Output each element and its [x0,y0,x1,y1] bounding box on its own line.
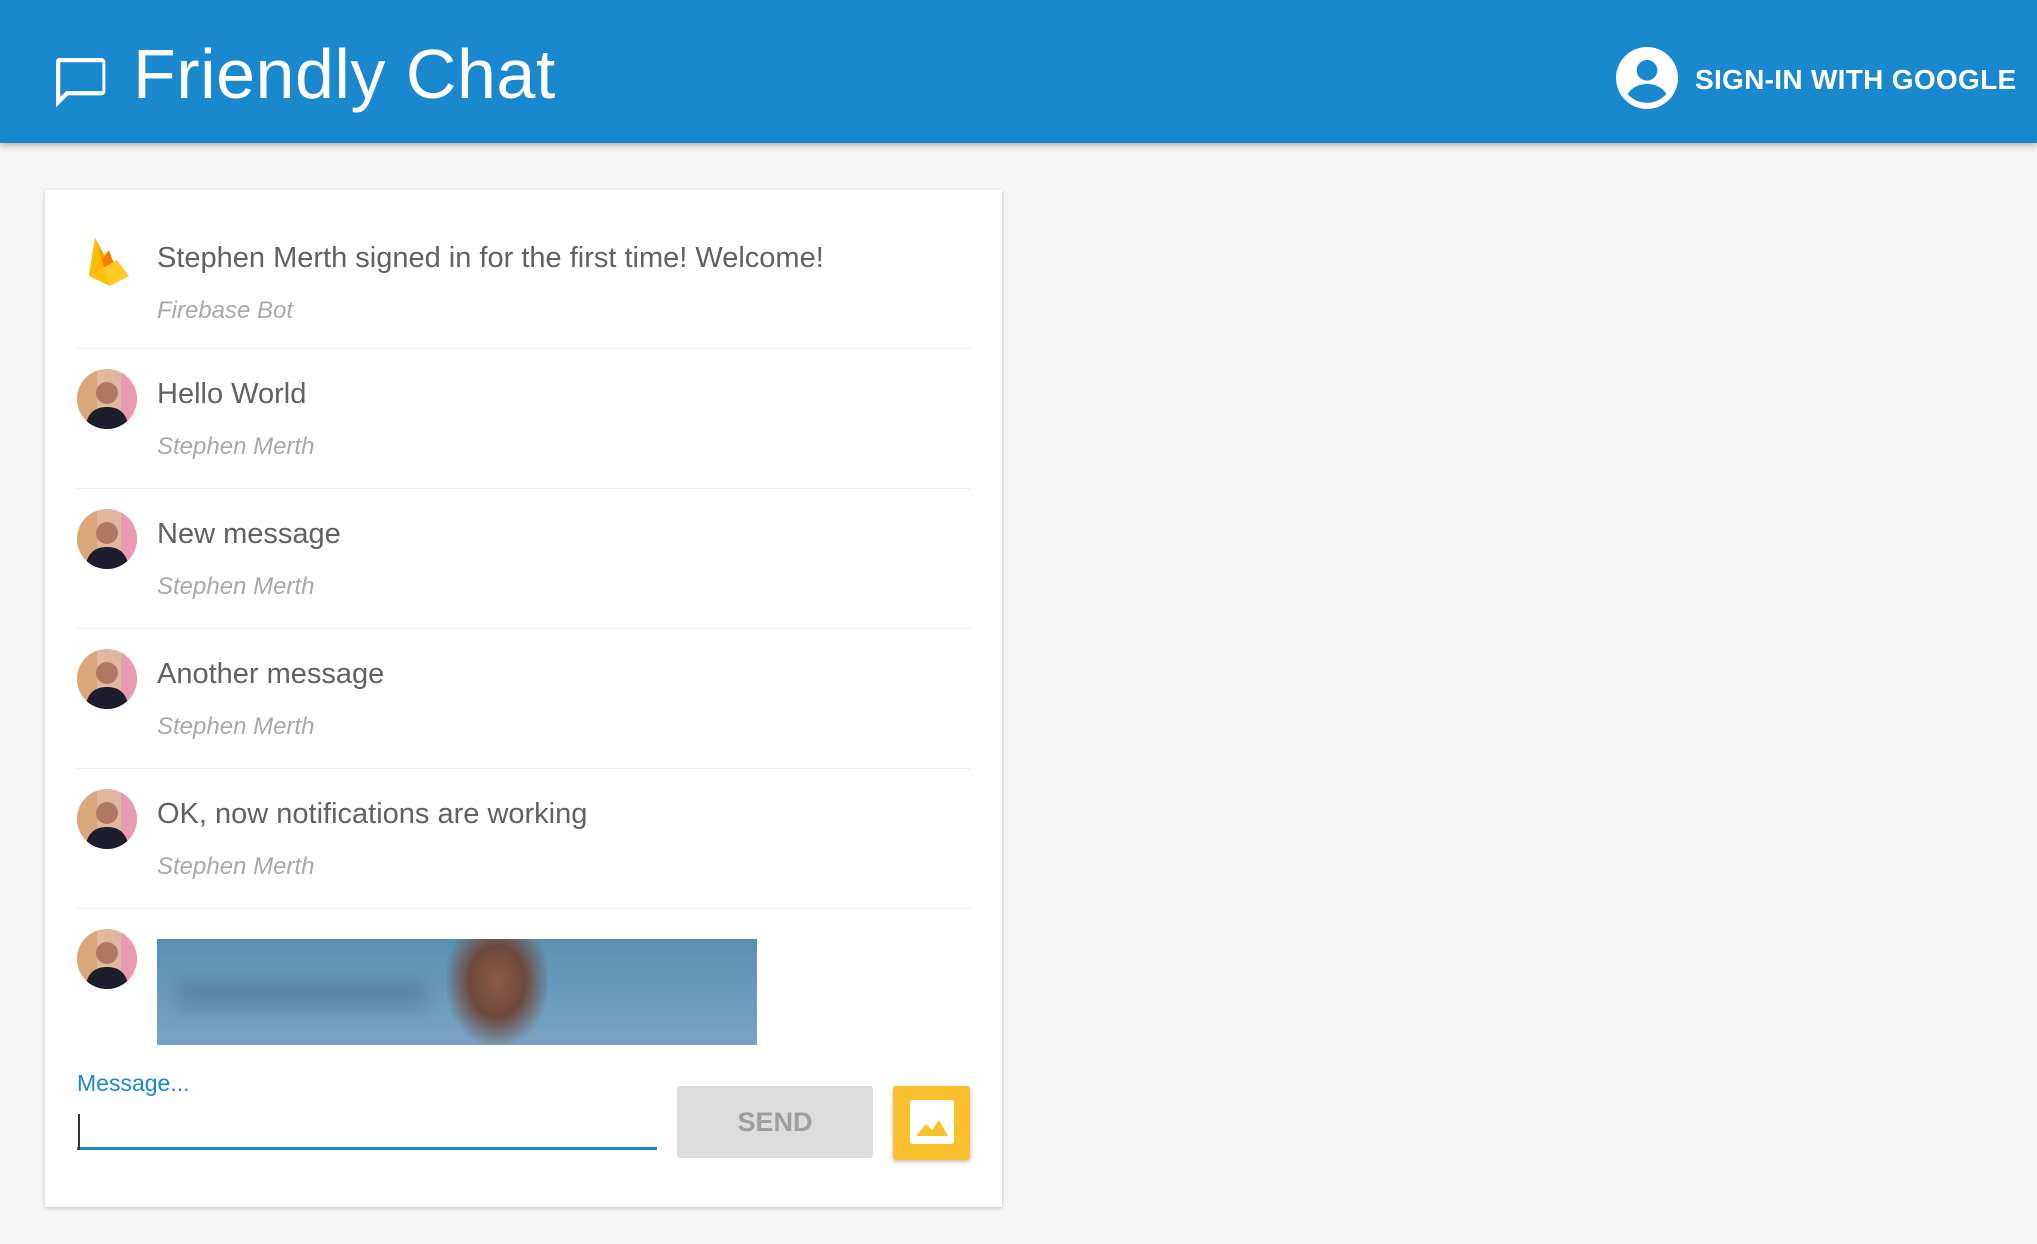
message-text: Hello World [157,378,307,410]
app-header: Friendly Chat SIGN-IN WITH GOOGLE [0,0,2037,143]
user-avatar [77,929,137,989]
firebase-logo-icon [77,230,137,290]
message-author: Stephen Merth [157,713,315,740]
send-button[interactable]: SEND [677,1086,873,1158]
message-list: Stephen Merth signed in for the first ti… [77,190,970,1059]
message-author: Stephen Merth [157,573,315,600]
messages-card: Stephen Merth signed in for the first ti… [45,190,1002,1207]
image-blur-figure [447,939,547,1045]
sign-in-button[interactable]: SIGN-IN WITH GOOGLE [1616,46,2017,114]
image-icon [908,1098,956,1149]
image-blur-band [177,979,427,1009]
message-author: Stephen Merth [157,433,315,460]
message-text: OK, now notifications are working [157,798,588,830]
message-text: Another message [157,658,385,690]
upload-image-button[interactable] [893,1086,970,1160]
text-caret [78,1114,80,1150]
message-text: Stephen Merth signed in for the first ti… [157,242,824,274]
account-circle-icon [1616,46,1678,114]
message-item [77,909,970,1059]
sign-in-label: SIGN-IN WITH GOOGLE [1695,64,2017,95]
message-item: New message Stephen Merth [77,489,970,629]
message-author: Stephen Merth [157,853,315,880]
app-title: Friendly Chat [133,35,556,113]
user-avatar [77,509,137,569]
message-composer: Message... SEND [77,1070,970,1190]
user-avatar [77,369,137,429]
chat-bubble-icon [48,50,112,114]
message-author: Firebase Bot [157,297,294,324]
message-item: Stephen Merth signed in for the first ti… [77,190,970,349]
user-avatar [77,649,137,709]
message-input-label: Message... [77,1070,190,1096]
message-image[interactable] [157,939,757,1045]
user-avatar [77,789,137,849]
message-item: OK, now notifications are working Stephe… [77,769,970,909]
message-input[interactable] [77,1100,657,1150]
message-item: Hello World Stephen Merth [77,349,970,489]
message-text: New message [157,518,341,550]
message-item: Another message Stephen Merth [77,629,970,769]
